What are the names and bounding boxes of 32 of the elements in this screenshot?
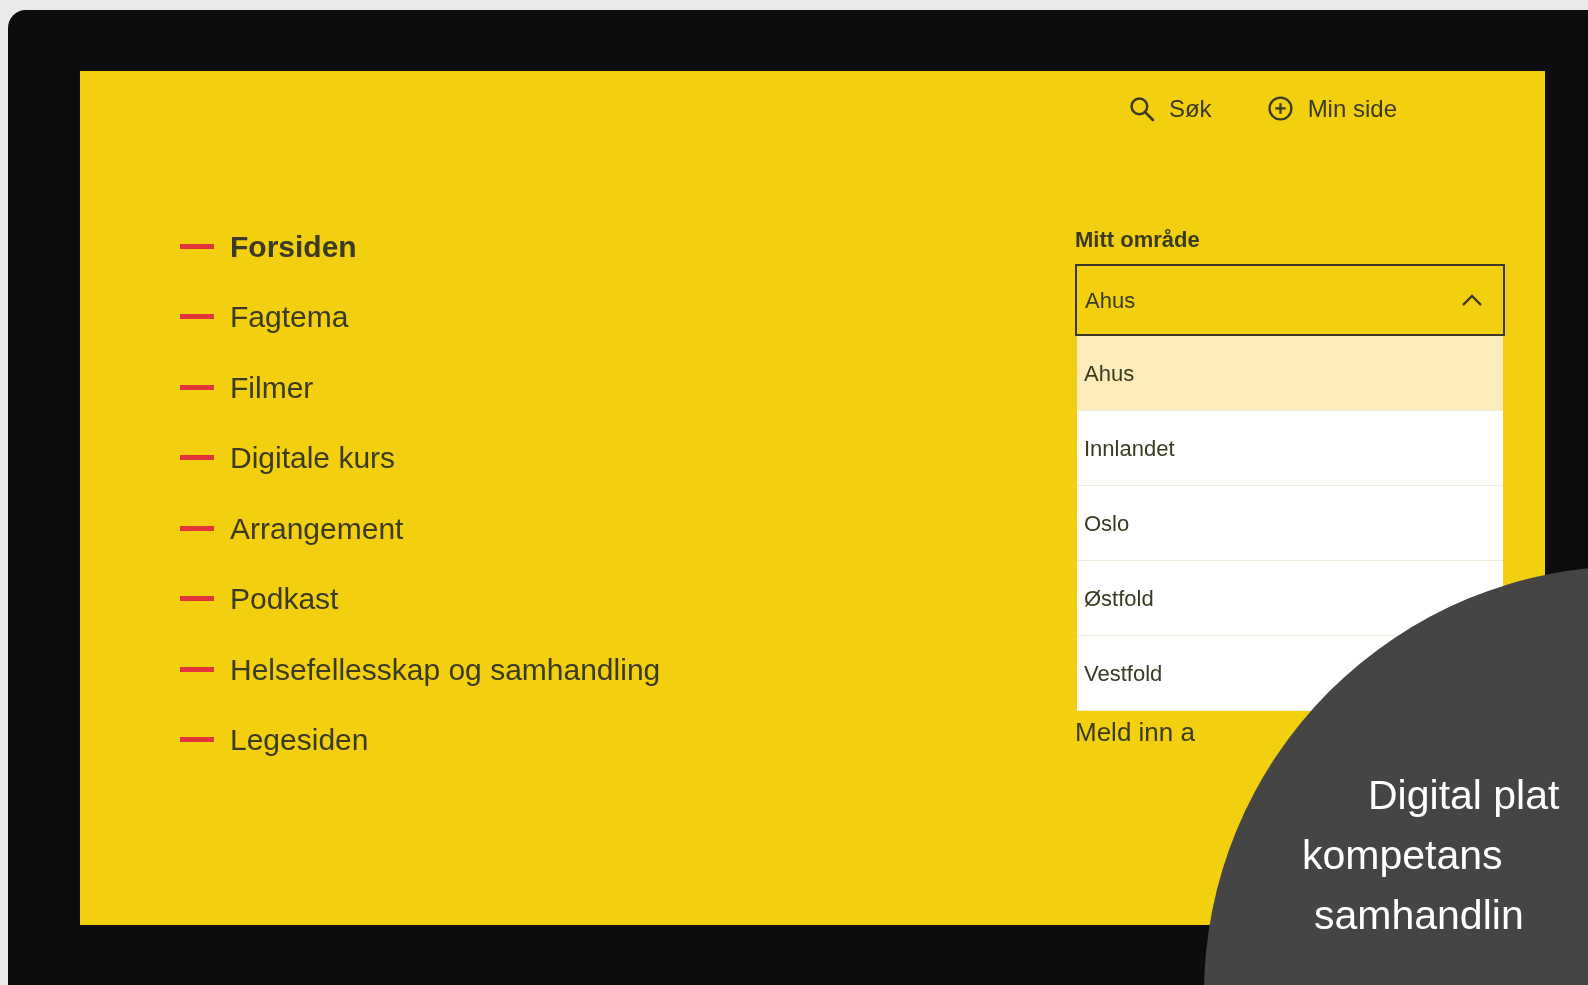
nav-link[interactable]: Forsiden <box>230 223 357 269</box>
overlay-text: Digital plat <box>1368 775 1560 816</box>
nav-link[interactable]: Filmer <box>230 364 314 410</box>
nav-link[interactable]: Podkast <box>230 576 339 622</box>
dash-marker <box>180 596 214 602</box>
overlay-text: samhandlin <box>1314 895 1524 936</box>
dash-marker <box>180 666 214 672</box>
dash-marker <box>180 737 214 743</box>
header-link[interactable]: Søk <box>1168 91 1212 127</box>
nav-link[interactable]: Digitale kurs <box>230 435 396 481</box>
dash-marker <box>180 525 214 531</box>
dropdown-option[interactable]: Østfold <box>1084 586 1154 611</box>
dash-marker <box>180 243 214 249</box>
field-label: Mitt område <box>1075 226 1201 254</box>
signup-link-text[interactable]: Meld inn a <box>1075 713 1195 752</box>
dropdown-option[interactable]: Ahus <box>1084 361 1135 386</box>
overlay-text: kompetans <box>1302 835 1503 876</box>
dash-marker <box>180 455 214 461</box>
dropdown-option[interactable]: Vestfold <box>1084 661 1163 686</box>
dash-marker <box>180 384 214 390</box>
nav-link[interactable]: Arrangement <box>230 505 404 551</box>
nav-link[interactable]: Legesiden <box>230 717 369 763</box>
dropdown-option[interactable]: Innlandet <box>1084 436 1175 461</box>
dash-marker <box>180 314 214 320</box>
dropdown-option[interactable]: Oslo <box>1084 511 1130 536</box>
caret-icon <box>1461 293 1483 307</box>
header-link[interactable]: Min side <box>1307 91 1397 127</box>
area-dropdown[interactable]: Ahus <box>1075 264 1505 336</box>
nav-link[interactable]: Helsefellesskap og samhandling <box>230 646 661 692</box>
search-icon <box>1128 96 1155 122</box>
plus-circle-icon <box>1267 96 1294 122</box>
nav-link[interactable]: Fagtema <box>230 294 349 340</box>
